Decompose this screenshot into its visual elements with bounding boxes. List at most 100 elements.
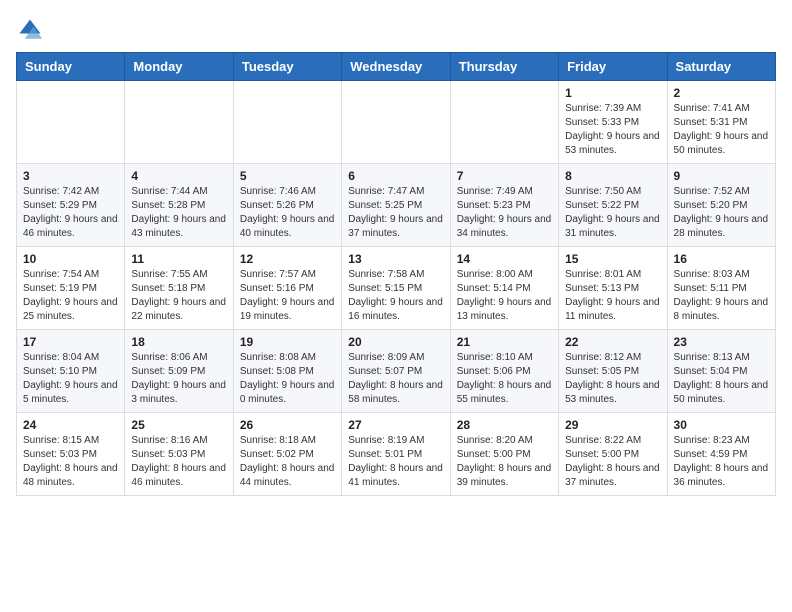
day-info: Sunrise: 7:46 AM Sunset: 5:26 PM Dayligh… bbox=[240, 185, 335, 241]
calendar-cell: 6Sunrise: 7:47 AM Sunset: 5:25 PM Daylig… bbox=[342, 164, 450, 247]
day-number: 26 bbox=[240, 418, 335, 432]
day-number: 22 bbox=[565, 335, 660, 349]
logo bbox=[16, 16, 48, 44]
calendar-cell: 26 Sunrise: 8:18 AM Sunset: 5:02 PM Dayli… bbox=[233, 413, 341, 496]
day-number: 10 bbox=[23, 252, 118, 266]
day-number: 18 bbox=[131, 335, 226, 349]
day-info: Sunrise: 7:49 AM Sunset: 5:23 PM Dayligh… bbox=[457, 185, 552, 241]
day-number: 1 bbox=[565, 86, 660, 100]
calendar-week-3: 10 Sunrise: 7:54 AM Sunset: 5:19 PM Dayli… bbox=[17, 247, 776, 330]
calendar-cell: 3 Sunrise: 7:42 AM Sunset: 5:29 PM Daylig… bbox=[17, 164, 125, 247]
weekday-header-sunday: Sunday bbox=[17, 53, 125, 81]
day-info: Sunrise: 8:12 AM Sunset: 5:05 PM Dayligh… bbox=[565, 351, 660, 407]
day-info: Sunrise: 7:44 AM Sunset: 5:28 PM Dayligh… bbox=[131, 185, 226, 241]
calendar-cell: 14 Sunrise: 8:00 AM Sunset: 5:14 PM Dayli… bbox=[450, 247, 558, 330]
calendar-cell: 29 Sunrise: 8:22 AM Sunset: 5:00 PM Dayli… bbox=[559, 413, 667, 496]
calendar-cell: 11 Sunrise: 7:55 AM Sunset: 5:18 PM Dayli… bbox=[125, 247, 233, 330]
weekday-header-thursday: Thursday bbox=[450, 53, 558, 81]
calendar-week-4: 17 Sunrise: 8:04 AM Sunset: 5:10 PM Dayli… bbox=[17, 330, 776, 413]
calendar-cell: 19 Sunrise: 8:08 AM Sunset: 5:08 PM Dayli… bbox=[233, 330, 341, 413]
day-info: Sunrise: 8:23 AM Sunset: 4:59 PM Dayligh… bbox=[674, 434, 769, 490]
day-number: 6 bbox=[348, 169, 443, 183]
day-info: Sunrise: 7:54 AM Sunset: 5:19 PM Dayligh… bbox=[23, 268, 118, 324]
day-info: Sunrise: 7:42 AM Sunset: 5:29 PM Dayligh… bbox=[23, 185, 118, 241]
calendar-cell: 25Sunrise: 8:16 AM Sunset: 5:03 PM Dayli… bbox=[125, 413, 233, 496]
day-number: 12 bbox=[240, 252, 335, 266]
day-number: 15 bbox=[565, 252, 660, 266]
calendar-week-2: 3 Sunrise: 7:42 AM Sunset: 5:29 PM Daylig… bbox=[17, 164, 776, 247]
day-info: Sunrise: 7:57 AM Sunset: 5:16 PM Dayligh… bbox=[240, 268, 335, 324]
day-number: 16 bbox=[674, 252, 769, 266]
calendar-cell: 15 Sunrise: 8:01 AM Sunset: 5:13 PM Dayli… bbox=[559, 247, 667, 330]
calendar-cell: 27Sunrise: 8:19 AM Sunset: 5:01 PM Dayli… bbox=[342, 413, 450, 496]
day-number: 28 bbox=[457, 418, 552, 432]
day-number: 5 bbox=[240, 169, 335, 183]
day-info: Sunrise: 8:13 AM Sunset: 5:04 PM Dayligh… bbox=[674, 351, 769, 407]
calendar-cell: 1 Sunrise: 7:39 AM Sunset: 5:33 PM Daylig… bbox=[559, 81, 667, 164]
day-info: Sunrise: 8:00 AM Sunset: 5:14 PM Dayligh… bbox=[457, 268, 552, 324]
day-info: Sunrise: 7:55 AM Sunset: 5:18 PM Dayligh… bbox=[131, 268, 226, 324]
calendar-cell: 9 Sunrise: 7:52 AM Sunset: 5:20 PM Daylig… bbox=[667, 164, 775, 247]
day-number: 24 bbox=[23, 418, 118, 432]
day-info: Sunrise: 8:22 AM Sunset: 5:00 PM Dayligh… bbox=[565, 434, 660, 490]
day-info: Sunrise: 8:19 AM Sunset: 5:01 PM Dayligh… bbox=[348, 434, 443, 490]
calendar-cell: 16 Sunrise: 8:03 AM Sunset: 5:11 PM Dayli… bbox=[667, 247, 775, 330]
day-info: Sunrise: 7:52 AM Sunset: 5:20 PM Dayligh… bbox=[674, 185, 769, 241]
day-number: 13 bbox=[348, 252, 443, 266]
calendar-cell: 22 Sunrise: 8:12 AM Sunset: 5:05 PM Dayli… bbox=[559, 330, 667, 413]
calendar-cell: 21 Sunrise: 8:10 AM Sunset: 5:06 PM Dayli… bbox=[450, 330, 558, 413]
day-number: 3 bbox=[23, 169, 118, 183]
weekday-header-wednesday: Wednesday bbox=[342, 53, 450, 81]
day-number: 25 bbox=[131, 418, 226, 432]
calendar-cell: 12 Sunrise: 7:57 AM Sunset: 5:16 PM Dayli… bbox=[233, 247, 341, 330]
day-number: 11 bbox=[131, 252, 226, 266]
weekday-header-saturday: Saturday bbox=[667, 53, 775, 81]
calendar-cell: 23Sunrise: 8:13 AM Sunset: 5:04 PM Dayli… bbox=[667, 330, 775, 413]
calendar-cell bbox=[342, 81, 450, 164]
calendar-cell: 2 Sunrise: 7:41 AM Sunset: 5:31 PM Daylig… bbox=[667, 81, 775, 164]
day-info: Sunrise: 8:15 AM Sunset: 5:03 PM Dayligh… bbox=[23, 434, 118, 490]
day-info: Sunrise: 7:58 AM Sunset: 5:15 PM Dayligh… bbox=[348, 268, 443, 324]
day-number: 29 bbox=[565, 418, 660, 432]
calendar-cell: 10 Sunrise: 7:54 AM Sunset: 5:19 PM Dayli… bbox=[17, 247, 125, 330]
calendar-cell bbox=[125, 81, 233, 164]
weekday-header-monday: Monday bbox=[125, 53, 233, 81]
calendar-cell: 17 Sunrise: 8:04 AM Sunset: 5:10 PM Dayli… bbox=[17, 330, 125, 413]
calendar-cell bbox=[17, 81, 125, 164]
day-number: 9 bbox=[674, 169, 769, 183]
day-info: Sunrise: 8:04 AM Sunset: 5:10 PM Dayligh… bbox=[23, 351, 118, 407]
day-number: 20 bbox=[348, 335, 443, 349]
calendar-cell: 8Sunrise: 7:50 AM Sunset: 5:22 PM Daylig… bbox=[559, 164, 667, 247]
page-header bbox=[16, 16, 776, 44]
weekday-header-row: SundayMondayTuesdayWednesdayThursdayFrid… bbox=[17, 53, 776, 81]
calendar-cell: 30 Sunrise: 8:23 AM Sunset: 4:59 PM Dayli… bbox=[667, 413, 775, 496]
day-info: Sunrise: 8:08 AM Sunset: 5:08 PM Dayligh… bbox=[240, 351, 335, 407]
calendar-cell bbox=[450, 81, 558, 164]
day-number: 7 bbox=[457, 169, 552, 183]
day-info: Sunrise: 7:39 AM Sunset: 5:33 PM Dayligh… bbox=[565, 102, 660, 158]
calendar-cell: 28 Sunrise: 8:20 AM Sunset: 5:00 PM Dayli… bbox=[450, 413, 558, 496]
day-number: 19 bbox=[240, 335, 335, 349]
calendar-cell: 24 Sunrise: 8:15 AM Sunset: 5:03 PM Dayli… bbox=[17, 413, 125, 496]
day-info: Sunrise: 7:50 AM Sunset: 5:22 PM Dayligh… bbox=[565, 185, 660, 241]
calendar-week-1: 1 Sunrise: 7:39 AM Sunset: 5:33 PM Daylig… bbox=[17, 81, 776, 164]
day-number: 17 bbox=[23, 335, 118, 349]
day-info: Sunrise: 8:10 AM Sunset: 5:06 PM Dayligh… bbox=[457, 351, 552, 407]
day-info: Sunrise: 8:03 AM Sunset: 5:11 PM Dayligh… bbox=[674, 268, 769, 324]
calendar-cell: 18Sunrise: 8:06 AM Sunset: 5:09 PM Dayli… bbox=[125, 330, 233, 413]
calendar-week-5: 24 Sunrise: 8:15 AM Sunset: 5:03 PM Dayli… bbox=[17, 413, 776, 496]
calendar-cell: 5 Sunrise: 7:46 AM Sunset: 5:26 PM Daylig… bbox=[233, 164, 341, 247]
calendar-cell: 13 Sunrise: 7:58 AM Sunset: 5:15 PM Dayli… bbox=[342, 247, 450, 330]
day-info: Sunrise: 7:41 AM Sunset: 5:31 PM Dayligh… bbox=[674, 102, 769, 158]
day-number: 30 bbox=[674, 418, 769, 432]
day-number: 2 bbox=[674, 86, 769, 100]
calendar-cell bbox=[233, 81, 341, 164]
day-info: Sunrise: 8:18 AM Sunset: 5:02 PM Dayligh… bbox=[240, 434, 335, 490]
day-info: Sunrise: 8:01 AM Sunset: 5:13 PM Dayligh… bbox=[565, 268, 660, 324]
calendar-table: SundayMondayTuesdayWednesdayThursdayFrid… bbox=[16, 52, 776, 496]
calendar-cell: 7 Sunrise: 7:49 AM Sunset: 5:23 PM Daylig… bbox=[450, 164, 558, 247]
day-number: 14 bbox=[457, 252, 552, 266]
day-number: 21 bbox=[457, 335, 552, 349]
day-info: Sunrise: 8:20 AM Sunset: 5:00 PM Dayligh… bbox=[457, 434, 552, 490]
day-info: Sunrise: 8:09 AM Sunset: 5:07 PM Dayligh… bbox=[348, 351, 443, 407]
